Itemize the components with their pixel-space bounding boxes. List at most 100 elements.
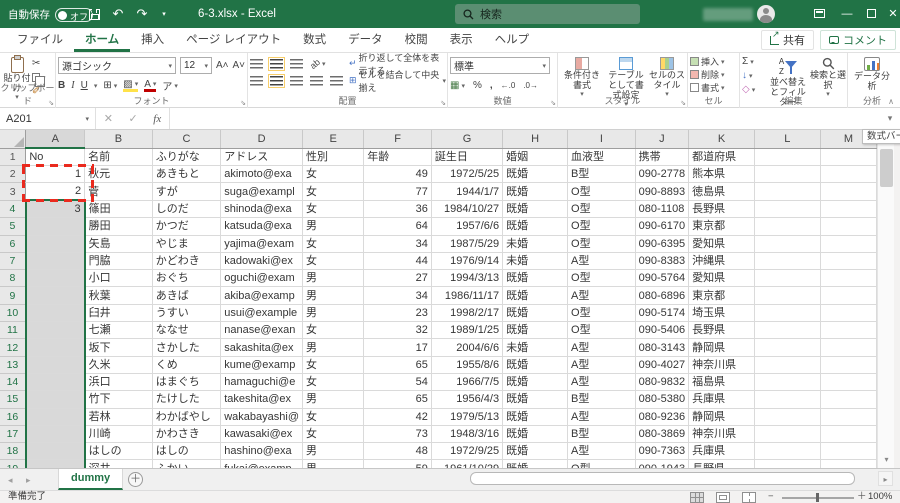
cell[interactable]: 臼井 bbox=[84, 304, 153, 323]
scroll-right-button[interactable]: ▸ bbox=[878, 471, 893, 486]
cell[interactable]: 64 bbox=[363, 217, 432, 236]
cell[interactable]: 浜口 bbox=[84, 373, 153, 392]
zoom-level[interactable]: 100% bbox=[868, 491, 892, 503]
cell[interactable]: 女 bbox=[302, 356, 365, 374]
row-header-14[interactable]: 14 bbox=[0, 373, 27, 392]
cell[interactable] bbox=[820, 408, 877, 426]
row-header-8[interactable]: 8 bbox=[0, 269, 27, 288]
cell[interactable] bbox=[754, 425, 821, 444]
cell[interactable] bbox=[820, 373, 877, 392]
cell[interactable]: A型 bbox=[567, 252, 636, 271]
cell[interactable]: 埼玉県 bbox=[688, 304, 755, 323]
cell[interactable]: 静岡県 bbox=[688, 408, 755, 426]
cell[interactable]: 080-5380 bbox=[635, 390, 690, 409]
cell[interactable]: 神奈川県 bbox=[688, 425, 755, 444]
row-header-13[interactable]: 13 bbox=[0, 356, 27, 374]
tab-help[interactable]: ヘルプ bbox=[484, 28, 541, 52]
cell[interactable]: 090-4027 bbox=[635, 356, 690, 374]
align-top-icon[interactable] bbox=[250, 58, 263, 69]
cell[interactable]: 既婚 bbox=[502, 373, 569, 392]
cell[interactable]: 49 bbox=[363, 165, 432, 184]
cell[interactable]: 神奈川県 bbox=[688, 356, 755, 374]
column-header-J[interactable]: J bbox=[635, 130, 690, 149]
cell[interactable] bbox=[754, 217, 821, 236]
cell[interactable]: 愛知県 bbox=[688, 269, 755, 288]
cell[interactable] bbox=[754, 321, 821, 340]
formula-input[interactable] bbox=[170, 108, 880, 129]
row-header-15[interactable]: 15 bbox=[0, 390, 27, 409]
cell[interactable]: 既婚 bbox=[502, 217, 569, 236]
tab-view[interactable]: 表示 bbox=[439, 28, 484, 52]
data-analysis-button[interactable]: データ分析 bbox=[850, 55, 894, 91]
cell[interactable] bbox=[24, 408, 86, 426]
cell[interactable]: はまぐち bbox=[152, 373, 222, 392]
merge-center-button[interactable]: ⊞ セルを結合して中央揃え ▾ bbox=[349, 70, 446, 93]
cell[interactable]: 1994/3/13 bbox=[431, 269, 504, 288]
row-header-19[interactable]: 19 bbox=[0, 459, 27, 468]
cell[interactable]: 愛知県 bbox=[688, 235, 755, 253]
cell[interactable]: 1979/5/13 bbox=[431, 408, 504, 426]
restore-button[interactable] bbox=[862, 0, 880, 28]
cell[interactable]: O型 bbox=[567, 321, 636, 340]
borders-button[interactable]: ⊞ ▾ bbox=[103, 79, 117, 92]
cell[interactable]: 女 bbox=[302, 200, 365, 219]
header-cell[interactable]: No bbox=[25, 148, 86, 166]
cell[interactable]: kawasaki@ex bbox=[220, 425, 303, 444]
cell[interactable]: 1966/7/5 bbox=[431, 373, 504, 392]
expand-formula-bar-button[interactable]: ▾ bbox=[880, 108, 900, 129]
cell[interactable]: kadowaki@ex bbox=[220, 252, 303, 271]
currency-format-button[interactable]: ▦ ▾ bbox=[450, 79, 465, 92]
column-header-L[interactable]: L bbox=[754, 130, 821, 149]
row-header-11[interactable]: 11 bbox=[0, 321, 27, 340]
cell[interactable] bbox=[754, 200, 821, 219]
normal-view-button[interactable] bbox=[690, 492, 704, 503]
cell[interactable]: 65 bbox=[363, 390, 432, 409]
cell[interactable] bbox=[820, 321, 877, 340]
autosave-toggle[interactable]: 自動保存 オフ bbox=[8, 7, 93, 22]
cell[interactable] bbox=[754, 286, 821, 305]
cell[interactable]: 既婚 bbox=[502, 321, 569, 340]
cell[interactable]: 090-2778 bbox=[635, 165, 690, 184]
cell[interactable]: 080-9236 bbox=[635, 408, 690, 426]
select-all-corner[interactable] bbox=[0, 130, 27, 149]
row-header-4[interactable]: 4 bbox=[0, 200, 27, 219]
tab-home[interactable]: ホーム bbox=[74, 28, 131, 52]
cell[interactable]: 男 bbox=[302, 304, 365, 323]
cell[interactable]: O型 bbox=[567, 459, 636, 468]
cell[interactable]: 既婚 bbox=[502, 356, 569, 374]
cell[interactable]: 女 bbox=[302, 252, 365, 271]
cell[interactable]: 48 bbox=[363, 442, 432, 461]
cell[interactable]: 73 bbox=[363, 425, 432, 444]
cell[interactable]: 080-1108 bbox=[635, 200, 690, 219]
cell[interactable]: 3 bbox=[24, 199, 86, 219]
cell[interactable]: ななせ bbox=[152, 321, 222, 340]
cell[interactable]: O型 bbox=[567, 182, 636, 201]
cell[interactable]: 未婚 bbox=[502, 235, 569, 253]
cell[interactable]: 竹下 bbox=[84, 390, 153, 409]
cell[interactable]: 1 bbox=[25, 165, 86, 184]
cell[interactable]: かわさき bbox=[152, 425, 222, 444]
cell[interactable] bbox=[820, 269, 877, 288]
cell[interactable] bbox=[820, 235, 877, 253]
scroll-down-button[interactable]: ▾ bbox=[879, 453, 894, 467]
fill-color-button[interactable]: ▨ ▾ bbox=[123, 79, 139, 92]
cell[interactable] bbox=[820, 356, 877, 374]
header-cell[interactable]: 年齢 bbox=[363, 148, 432, 166]
header-cell[interactable]: 性別 bbox=[302, 148, 365, 166]
cell[interactable] bbox=[24, 321, 86, 340]
cell[interactable] bbox=[820, 286, 877, 305]
decrease-decimal-button[interactable]: .0→ bbox=[523, 79, 538, 92]
cell[interactable]: 080-9832 bbox=[635, 373, 690, 392]
cell[interactable]: usui@example bbox=[220, 304, 303, 323]
cell[interactable]: 既婚 bbox=[502, 165, 569, 184]
cell[interactable]: 090-5764 bbox=[635, 269, 690, 288]
cell[interactable] bbox=[754, 373, 821, 392]
cell[interactable] bbox=[24, 269, 86, 288]
align-middle-icon[interactable] bbox=[268, 56, 285, 71]
cell[interactable]: うすい bbox=[152, 304, 222, 323]
cell[interactable] bbox=[24, 425, 86, 444]
comments-button[interactable]: コメント bbox=[820, 30, 896, 50]
zoom-out-button[interactable]: − bbox=[768, 491, 774, 503]
header-cell[interactable]: ふりがな bbox=[152, 148, 222, 166]
cell[interactable] bbox=[24, 235, 86, 253]
